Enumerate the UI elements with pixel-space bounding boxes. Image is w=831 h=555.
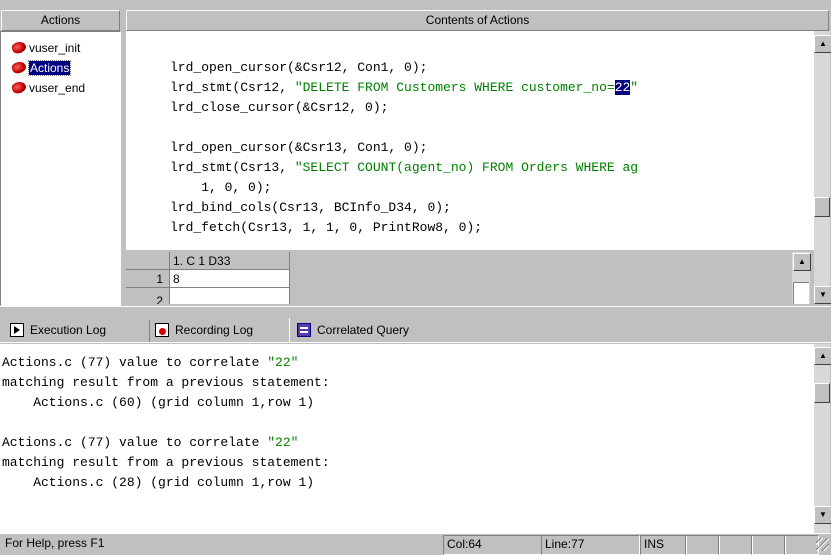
editor-scroll-down-area[interactable]: ▼ [814,252,831,304]
correlated-query-icon [297,323,311,337]
string-literal: "SELECT COUNT(agent_no) FROM Orders WHER… [294,160,639,175]
code-line: matching result from a previous statemen… [2,453,330,473]
recording-log-icon [155,323,169,337]
output-scroll-down-button[interactable]: ▼ [814,506,831,524]
tab-execution-log[interactable]: Execution Log [10,318,106,342]
tab-execution-log-label: Execution Log [30,323,107,337]
output-scroll-thumb[interactable] [814,383,830,403]
tree-item-label: Actions [27,60,72,76]
code-line: lrd_close_cursor(&Csr12, 0); [170,98,388,118]
execution-log-icon [10,323,24,337]
string-literal: "22" [267,435,299,450]
output-scroll-up-button[interactable]: ▲ [814,347,831,365]
code-text: matching result from a previous statemen… [2,375,330,390]
string-literal: " [630,80,639,95]
code-line: lrd_open_cursor(&Csr13, Con1, 0); [170,138,427,158]
editor-scroll-up-button[interactable]: ▲ [814,35,831,53]
status-col: Col:64 [443,535,542,555]
tab-baseline [0,342,831,343]
code-line: Actions.c (28) (grid column 1,row 1) [2,473,314,493]
code-text: Actions.c (77) value to correlate [2,435,268,450]
tree-item-vuser-init[interactable]: vuser_init [10,39,81,56]
grid-column-header[interactable]: 1. C 1 D33 [170,252,290,270]
status-panel-empty [685,535,720,555]
tab-correlated-query[interactable]: Correlated Query [297,318,409,342]
horizontal-splitter[interactable] [0,306,831,316]
code-text: lrd_open_cursor(&Csr12, Con1, 0); [170,60,428,75]
grid-scroll-thumb[interactable] [793,282,809,304]
editor-header: Contents of Actions [126,10,829,31]
status-panel-empty [751,535,786,555]
script-icon [10,39,28,56]
code-text: Actions.c (60) (grid column 1,row 1) [2,395,315,410]
code-text: Actions.c (28) (grid column 1,row 1) [2,475,315,490]
code-text: lrd_bind_cols(Csr13, BCInfo_D34, 0); [170,200,451,215]
tab-correlated-query-label: Correlated Query [317,323,410,337]
grid-vscrollbar[interactable]: ▲ [792,252,811,304]
tree-item-actions[interactable]: Actions [10,59,72,76]
code-text: lrd_fetch(Csr13, 1, 1, 0, PrintRow8, 0); [170,220,483,235]
grid-cell-1[interactable]: 8 [170,270,290,288]
status-help-text: For Help, press F1 [5,536,105,550]
code-text: lrd_stmt(Csr13, [170,160,295,175]
grid-row-num-1[interactable]: 1 [126,270,170,288]
string-literal: "22" [267,355,299,370]
code-line: Actions.c (60) (grid column 1,row 1) [2,393,314,413]
output-vscrollbar[interactable]: ▲ ▼ [814,344,831,533]
grid-row-num-2[interactable]: 2 [126,288,170,304]
string-literal: "DELETE FROM Customers WHERE customer_no… [294,80,615,95]
output-panel[interactable]: Actions.c (77) value to correlate "22" ma… [0,344,814,533]
tab-recording-log[interactable]: Recording Log [155,318,253,342]
tree-item-vuser-end[interactable]: vuser_end [10,79,86,96]
code-text: 1, 0, 0); [170,180,272,195]
tree-header[interactable]: Actions [1,10,120,31]
code-line: matching result from a previous statemen… [2,373,330,393]
code-line: 1, 0, 0); [170,178,271,198]
editor-scroll-down-button[interactable]: ▼ [814,286,831,304]
code-text: lrd_close_cursor(&Csr12, 0); [170,100,389,115]
script-icon [10,59,28,76]
status-panel-empty [718,535,753,555]
status-panel-empty [784,535,819,555]
grid-corner [126,252,170,270]
code-text: matching result from a previous statemen… [2,455,330,470]
status-mode: INS [640,535,687,555]
grid-cell-2[interactable] [170,288,290,304]
code-line: lrd_fetch(Csr13, 1, 1, 0, PrintRow8, 0); [170,218,482,238]
script-icon [10,79,28,96]
code-line: lrd_stmt(Csr13, "SELECT COUNT(agent_no) … [170,158,638,178]
status-line: Line:77 [541,535,640,555]
tab-divider [289,318,290,342]
highlighted-value: 22 [614,80,631,95]
code-editor[interactable]: lrd_open_cursor(&Csr12, Con1, 0); lrd_stm… [126,31,814,250]
tab-divider [149,320,150,342]
code-text: Actions.c (77) value to correlate [2,355,268,370]
tree-item-label: vuser_init [29,41,81,55]
code-text: lrd_stmt(Csr12, [170,80,295,95]
tree-item-label: vuser_end [29,81,86,95]
code-line: lrd_bind_cols(Csr13, BCInfo_D34, 0); [170,198,451,218]
code-line: lrd_open_cursor(&Csr12, Con1, 0); [170,58,427,78]
code-text: lrd_open_cursor(&Csr13, Con1, 0); [170,140,428,155]
code-line: Actions.c (77) value to correlate "22" [2,353,298,373]
resize-grip-icon[interactable] [816,538,829,551]
editor-vscrollbar[interactable]: ▲ [814,31,831,252]
editor-scroll-thumb[interactable] [814,197,830,217]
tab-recording-log-label: Recording Log [175,323,254,337]
code-line: lrd_stmt(Csr12, "DELETE FROM Customers W… [170,78,638,98]
code-line: Actions.c (77) value to correlate "22" [2,433,298,453]
grid-scroll-up-button[interactable]: ▲ [793,253,811,271]
